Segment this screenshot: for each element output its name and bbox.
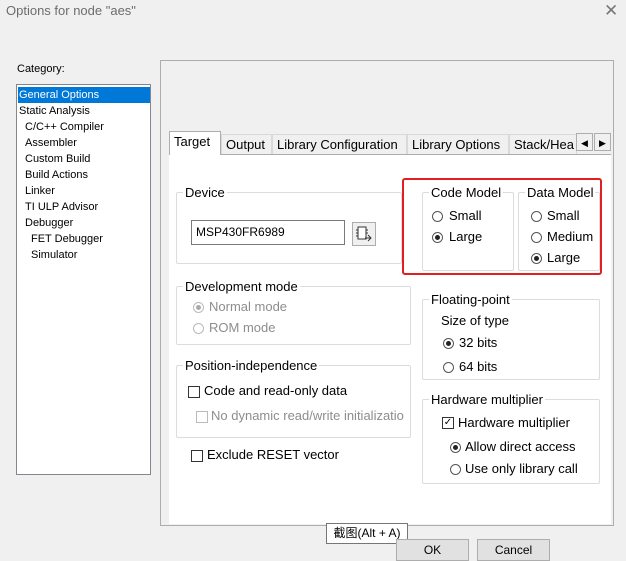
no-dynamic-init-label: No dynamic read/write initializatio	[211, 408, 404, 423]
category-item-linker[interactable]: Linker	[25, 183, 55, 199]
rom-mode-label: ROM mode	[209, 320, 276, 335]
exclude-reset-label: Exclude RESET vector	[207, 447, 339, 462]
highlight-box	[402, 178, 602, 275]
category-item-assembler[interactable]: Assembler	[25, 135, 77, 151]
floating-point-legend: Floating-point	[431, 292, 510, 307]
normal-mode-label: Normal mode	[209, 299, 288, 314]
category-list[interactable]: General Options Static Analysis C/C++ Co…	[16, 84, 151, 475]
category-item-custom-build[interactable]: Custom Build	[25, 151, 90, 167]
use-library-call-label: Use only library call	[465, 461, 578, 476]
category-item-debugger[interactable]: Debugger	[25, 215, 73, 231]
float-32-bits-label: 32 bits	[459, 335, 498, 350]
normal-mode-radio[interactable]	[193, 302, 204, 313]
window-title: Options for node "aes"	[6, 3, 136, 18]
float-64-bits-label: 64 bits	[459, 359, 498, 374]
code-readonly-checkbox[interactable]	[188, 386, 200, 398]
rom-mode-radio[interactable]	[193, 323, 204, 334]
category-label: Category:	[17, 63, 65, 75]
category-item-build-actions[interactable]: Build Actions	[25, 167, 88, 183]
no-dynamic-init-checkbox[interactable]	[196, 411, 208, 423]
position-independence-legend: Position-independence	[185, 358, 318, 373]
device-picker-icon	[356, 226, 372, 242]
tab-output[interactable]: Output	[221, 134, 272, 154]
category-item-static-analysis[interactable]: Static Analysis	[19, 103, 90, 119]
allow-direct-access-label: Allow direct access	[465, 439, 576, 454]
category-item-fet-debugger[interactable]: FET Debugger	[31, 231, 103, 247]
float-64-bits-radio[interactable]	[443, 362, 454, 373]
device-legend: Device	[185, 185, 225, 200]
hardware-multiplier-checkbox[interactable]: ✓	[442, 417, 454, 429]
tab-library-configuration[interactable]: Library Configuration	[272, 134, 407, 154]
hardware-multiplier-legend: Hardware multiplier	[431, 392, 543, 407]
tab-stack-heap[interactable]: Stack/Hea	[509, 134, 577, 154]
category-item-c-compiler[interactable]: C/C++ Compiler	[25, 119, 104, 135]
category-item-general-options[interactable]: General Options	[18, 87, 150, 103]
category-item-ti-ulp-advisor[interactable]: TI ULP Advisor	[25, 199, 98, 215]
tab-target[interactable]: Target	[169, 131, 221, 155]
close-icon[interactable]: ✕	[604, 2, 618, 20]
development-mode-legend: Development mode	[185, 279, 298, 294]
position-independence-group: Position-independence	[176, 358, 411, 438]
tab-library-options[interactable]: Library Options	[407, 134, 509, 154]
use-library-call-radio[interactable]	[450, 464, 461, 475]
device-field[interactable]: MSP430FR6989	[191, 220, 345, 245]
hardware-multiplier-check-label: Hardware multiplier	[458, 415, 570, 430]
exclude-reset-checkbox[interactable]	[191, 450, 203, 462]
allow-direct-access-radio[interactable]	[450, 442, 461, 453]
tab-scroll-right-icon[interactable]: ▶	[594, 133, 611, 151]
code-readonly-label: Code and read-only data	[204, 383, 348, 398]
category-item-simulator[interactable]: Simulator	[31, 247, 77, 263]
float-32-bits-radio[interactable]	[443, 338, 454, 349]
tab-scroll-left-icon[interactable]: ◀	[576, 133, 593, 151]
device-picker-button[interactable]	[352, 222, 376, 246]
size-of-type-label: Size of type	[441, 313, 509, 328]
